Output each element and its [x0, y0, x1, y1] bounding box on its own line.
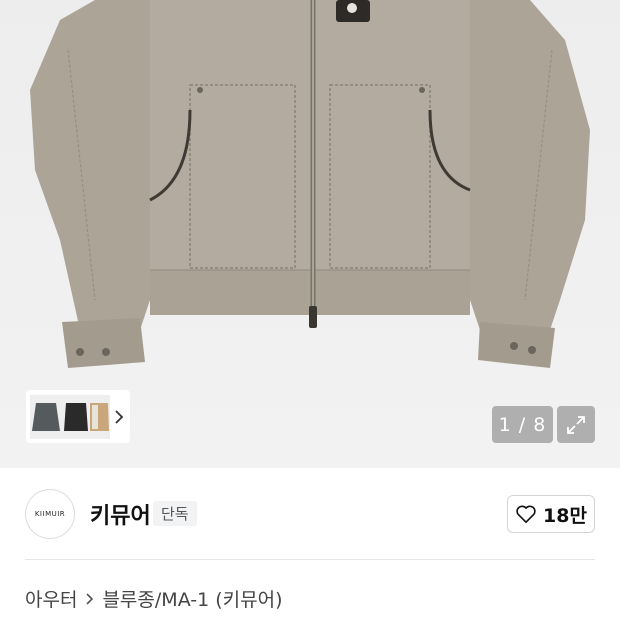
like-count: 18만 — [543, 504, 587, 527]
brand-logo-text: KIIMUIR — [34, 510, 66, 518]
counter-total: 8 — [533, 413, 547, 436]
brand-logo[interactable]: KIIMUIR — [25, 489, 75, 539]
image-counter: 1 / 8 — [492, 406, 553, 443]
expand-icon — [567, 415, 585, 434]
divider — [25, 559, 595, 560]
counter-current: 1 — [498, 413, 512, 436]
heart-icon — [516, 505, 536, 523]
chevron-right-icon[interactable] — [110, 395, 128, 439]
expand-button[interactable] — [557, 406, 595, 443]
thumbnail-image[interactable] — [30, 394, 110, 439]
breadcrumb: 아우터 블루종/MA-1 (키뮤어) — [25, 585, 283, 612]
chevron-right-icon — [86, 592, 94, 605]
product-image-gallery[interactable]: 1 / 8 — [0, 0, 620, 468]
exclusive-badge: 단독 — [153, 501, 197, 526]
brand-name[interactable]: 키뮤어 — [90, 498, 151, 530]
breadcrumb-item-subcategory[interactable]: 블루종/MA-1 (키뮤어) — [102, 585, 282, 612]
like-button[interactable]: 18만 — [507, 495, 595, 533]
counter-separator: / — [511, 413, 534, 436]
thumbnail-strip[interactable] — [26, 390, 130, 443]
breadcrumb-item-category[interactable]: 아우터 — [25, 585, 77, 612]
brand-row: KIIMUIR 키뮤어 단독 18만 — [0, 468, 620, 560]
